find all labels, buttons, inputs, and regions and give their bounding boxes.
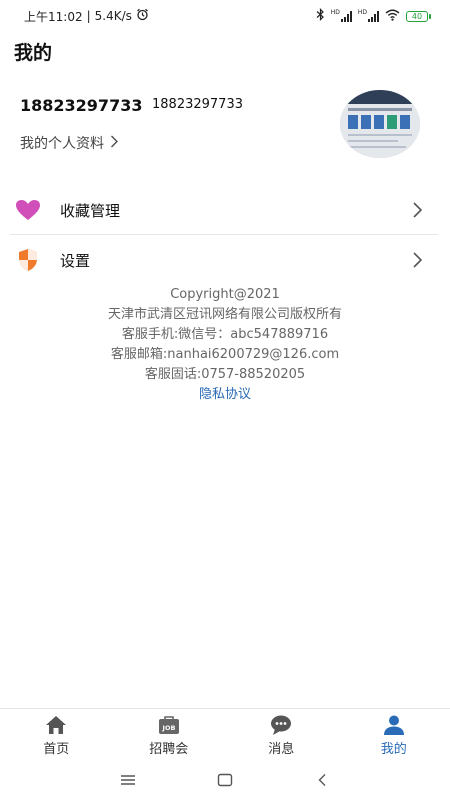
company-text: 天津市武清区冠讯网络有限公司版权所有 [107, 307, 342, 322]
nav-item-messages[interactable]: 消息 [225, 709, 338, 761]
service-email-text: 客服邮箱:nanhai6200729@126.com [110, 347, 340, 362]
page-title: 我的 [14, 42, 53, 64]
avatar-image [340, 90, 420, 158]
menu-label-settings: 设置 [60, 251, 91, 270]
chevron-right-icon [410, 200, 426, 220]
battery-icon: 40 [406, 10, 431, 22]
bluetooth-icon [316, 8, 325, 24]
nav-label-profile: 我的 [380, 741, 407, 757]
profile-name[interactable]: 18823297733 [20, 96, 142, 115]
nav-label-home: 首页 [43, 741, 70, 757]
battery-level: 40 [411, 11, 423, 21]
service-phone-text: 客服手机:微信号：abc547889716 [121, 327, 329, 342]
alarm-clock-icon [136, 8, 149, 24]
profile-phone: 18823297733 [152, 97, 243, 112]
heart-icon [14, 196, 42, 224]
menu-item-favorites[interactable]: 收藏管理 [10, 190, 438, 230]
avatar[interactable] [340, 90, 420, 158]
privacy-link[interactable]: 隐私协议 [0, 385, 450, 405]
home-icon [44, 714, 68, 736]
menu-item-settings[interactable]: 设置 [10, 240, 438, 280]
signal-label-2: HD [357, 9, 367, 16]
home-square-icon[interactable] [215, 770, 235, 790]
job-fair-icon: JOB [157, 714, 181, 736]
profile-icon [382, 714, 406, 736]
personal-info-label: 我的个人资料 [20, 136, 104, 152]
status-separator: | [86, 9, 91, 23]
divider [10, 234, 438, 235]
back-icon[interactable] [312, 770, 332, 790]
wifi-icon [385, 9, 400, 24]
copyright-text: Copyright@2021 [170, 287, 280, 302]
status-bar: 上午11:02 | 5.4K/s HD HD 40 [0, 0, 450, 32]
status-time: 上午11:02 [24, 9, 83, 24]
status-left: 上午11:02 | 5.4K/s [24, 8, 149, 25]
nav-label-messages: 消息 [268, 741, 295, 757]
company-info: Copyright@2021 天津市武清区冠讯网络有限公司版权所有 客服手机:微… [0, 285, 450, 405]
profile-page: 上午11:02 | 5.4K/s HD HD 40 我的 18823297733… [0, 0, 450, 800]
menu-icon[interactable] [118, 770, 138, 790]
chevron-right-icon [410, 250, 426, 270]
network-speed: 5.4K/s [94, 9, 132, 23]
menu-label-favorites: 收藏管理 [60, 201, 121, 220]
message-icon [269, 714, 293, 736]
signal-icon-2: HD [358, 10, 379, 22]
shield-icon [14, 246, 42, 274]
bottom-nav: 首页 JOB 招聘会 消息 我的 [0, 708, 450, 761]
nav-item-home[interactable]: 首页 [0, 709, 113, 761]
nav-label-job-fair: 招聘会 [149, 741, 189, 757]
svg-text:JOB: JOB [161, 724, 175, 732]
system-nav-bar [0, 760, 450, 800]
nav-item-profile[interactable]: 我的 [338, 709, 450, 761]
signal-icon: HD [331, 10, 352, 22]
service-landline-text: 客服固话:0757-88520205 [144, 367, 306, 382]
signal-label: HD [330, 9, 340, 16]
personal-info-link[interactable]: 我的个人资料 [20, 133, 119, 153]
chevron-right-icon [110, 135, 119, 152]
status-right: HD HD 40 [316, 8, 431, 24]
nav-item-job-fair[interactable]: JOB 招聘会 [113, 709, 226, 761]
